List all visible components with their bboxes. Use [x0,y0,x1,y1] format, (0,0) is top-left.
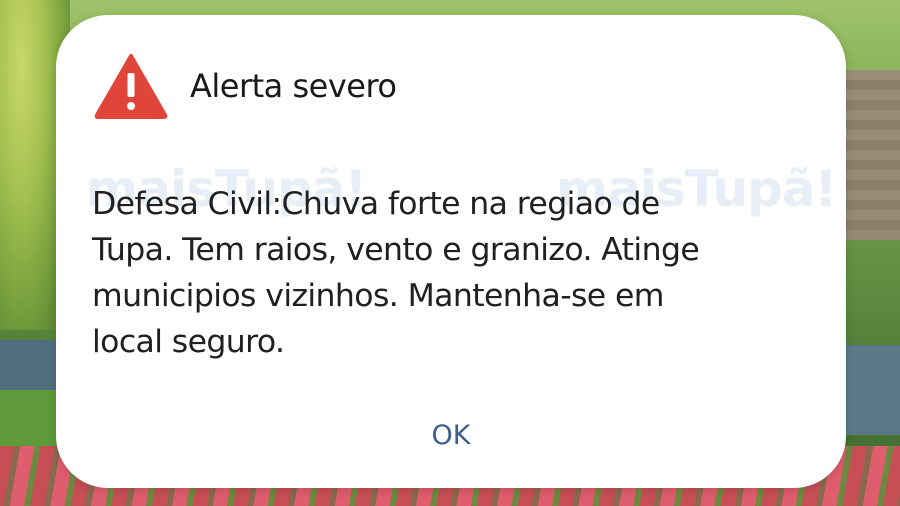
wallpaper-water-right [840,345,900,435]
dialog-title: Alerta severo [190,67,397,105]
warning-triangle-icon [94,54,168,119]
alert-dialog: maisTupã! maisTupã! Alerta severo Defesa… [56,15,846,488]
message-line: local seguro. [92,324,285,360]
dialog-header: Alerta severo [94,52,397,120]
ok-button[interactable]: OK [401,410,501,460]
message-line: Defesa Civil:Chuva forte na regiao de [92,186,660,222]
message-line: Tupa. Tem raios, vento e granizo. Atinge [92,232,700,268]
alert-message: Defesa Civil:Chuva forte na regiao de Tu… [92,181,792,365]
message-line: municipios vizinhos. Mantenha-se em [92,278,664,314]
